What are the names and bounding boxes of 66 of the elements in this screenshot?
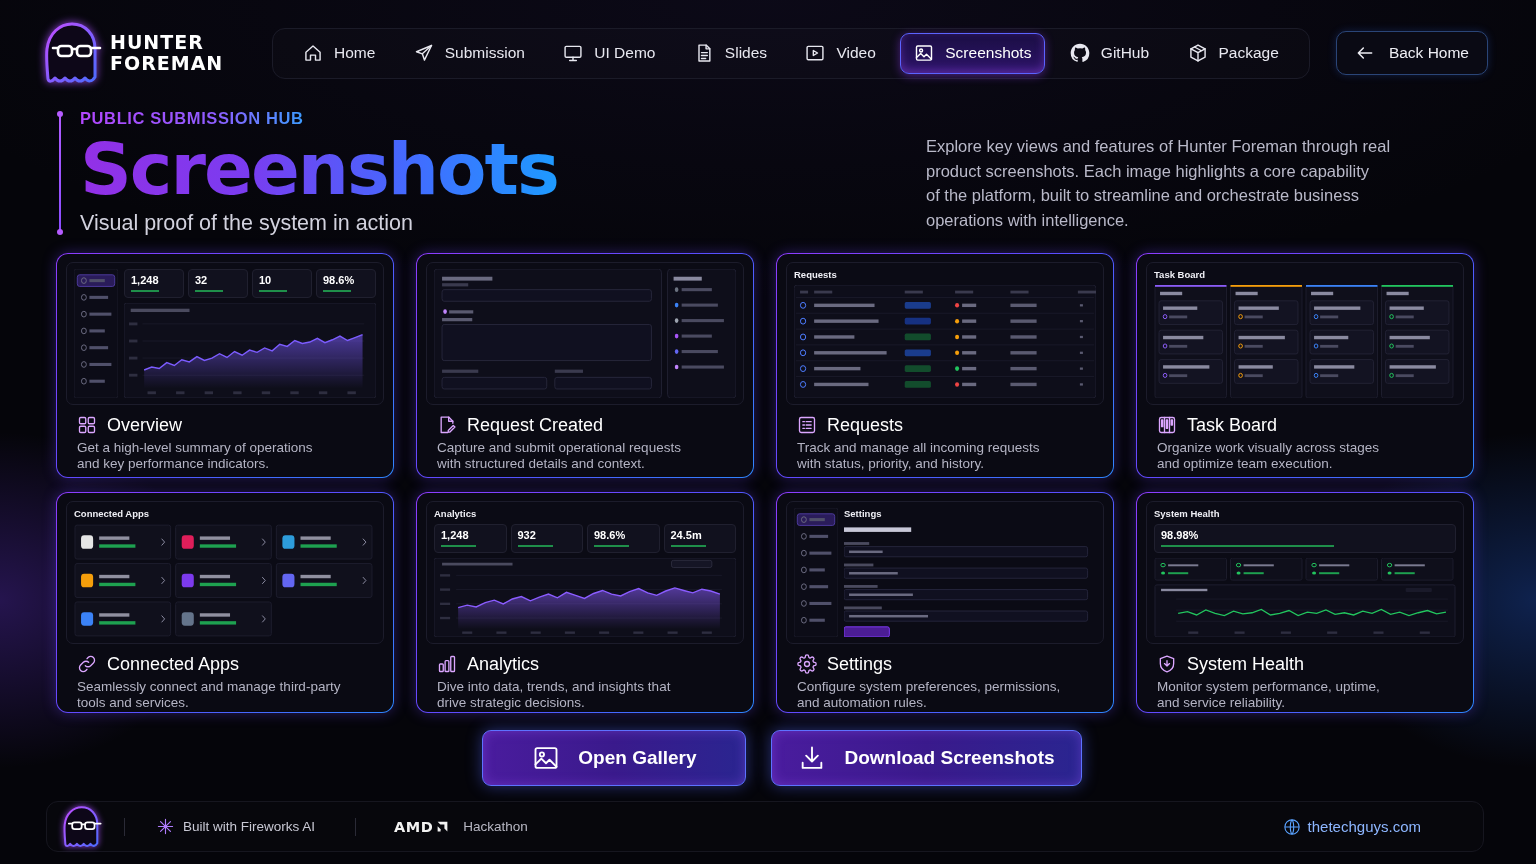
stat-value: 32	[195, 274, 209, 287]
card-description: Get a high-level summary of operations and key performance indicators.	[77, 440, 314, 472]
stat-value: 932	[517, 529, 537, 542]
card-description: Dive into data, trends, and insights that drive strategic decisions.	[437, 679, 672, 711]
stat-value: 10	[259, 274, 273, 287]
home-icon	[303, 43, 323, 63]
columns-icon	[1157, 415, 1177, 435]
download-button[interactable]: Download Screenshots	[771, 730, 1082, 786]
card-title: Connected Apps	[107, 653, 240, 675]
stat-value: 98.98%	[1161, 529, 1200, 542]
card-description: Track and manage all incoming requests with status, priority, and history.	[797, 440, 1041, 472]
card-description: Seamlessly connect and manage third-party tools and services.	[77, 679, 342, 711]
card-description: Configure system preferences, permissions, and automation rules.	[797, 679, 1062, 711]
nav-tab[interactable]: Package	[1173, 32, 1293, 74]
card-title: Analytics	[467, 653, 540, 675]
corner-arrow-icon	[436, 820, 450, 833]
monitor-icon	[563, 43, 584, 63]
stat-value: 1,248	[131, 274, 160, 287]
shield-icon	[1157, 654, 1177, 674]
card-title: System Health	[1187, 653, 1305, 675]
card-title: Task Board	[1187, 414, 1278, 436]
cube-icon	[1187, 43, 1208, 63]
nav-tab[interactable]: Slides	[679, 32, 782, 74]
open-gallery-button[interactable]: Open Gallery	[482, 730, 747, 786]
nav-tab[interactable]: Screenshots	[900, 32, 1046, 74]
screen-title: Requests	[794, 269, 838, 280]
card-title: Requests	[827, 414, 904, 436]
event-text: Hackathon	[463, 819, 528, 834]
screen-title: Connected Apps	[74, 508, 151, 519]
intro-paragraph: Explore key views and features of Hunter Foreman through real product screenshots. Each image highlights a core capability of the platform, built to streamline and orchestrate business operations with intelligence.	[926, 136, 1392, 231]
credit-text: Built with Fireworks AI	[183, 819, 316, 834]
screen-title: Task Board	[1154, 269, 1207, 280]
card-description: Organize work visually across stages and optimize team execution.	[1157, 440, 1381, 472]
nav-tab[interactable]: GitHub	[1055, 32, 1164, 74]
nav-tab[interactable]: Home	[289, 32, 390, 74]
brand-name: HUNTER FOREMAN	[110, 32, 224, 74]
video-icon	[805, 43, 826, 63]
nav-tab[interactable]: Video	[791, 32, 890, 74]
paper-plane-icon	[413, 43, 434, 63]
image-icon	[914, 43, 935, 63]
screen-title: Settings	[844, 508, 883, 519]
card-description: Monitor system performance, uptime, and service reliability.	[1157, 679, 1381, 711]
stat-value: 1,248	[441, 529, 470, 542]
nav-tab[interactable]: UI Demo	[549, 32, 670, 74]
stat-value: 24.5m	[670, 529, 703, 542]
settings-icon	[797, 654, 817, 674]
card-title: Request Created	[467, 414, 604, 436]
screen-title: Analytics	[434, 508, 478, 519]
page-subtitle: Visual proof of the system in action	[80, 210, 414, 236]
stat-value: 98.6%	[323, 274, 356, 287]
sponsor-logo-text: AMD	[394, 818, 434, 835]
list-icon	[797, 415, 817, 435]
link-icon	[77, 654, 97, 674]
stat-value: 98.6%	[594, 529, 627, 542]
globe-icon	[1282, 817, 1301, 836]
screen-title: System Health	[1154, 508, 1221, 519]
card-description: Capture and submit operational requests with structured details and context.	[437, 440, 682, 472]
nav-tab[interactable]: Submission	[399, 32, 539, 74]
grid-icon	[77, 415, 97, 435]
back-home-button[interactable]: Back Home	[1335, 31, 1488, 75]
bar-chart-icon	[437, 654, 457, 674]
website-link[interactable]: thetechguys.com	[1307, 818, 1421, 835]
card-title: Settings	[827, 653, 893, 675]
sparkle-icon	[157, 818, 174, 835]
card-title: Overview	[107, 414, 182, 436]
github-icon	[1069, 43, 1090, 63]
